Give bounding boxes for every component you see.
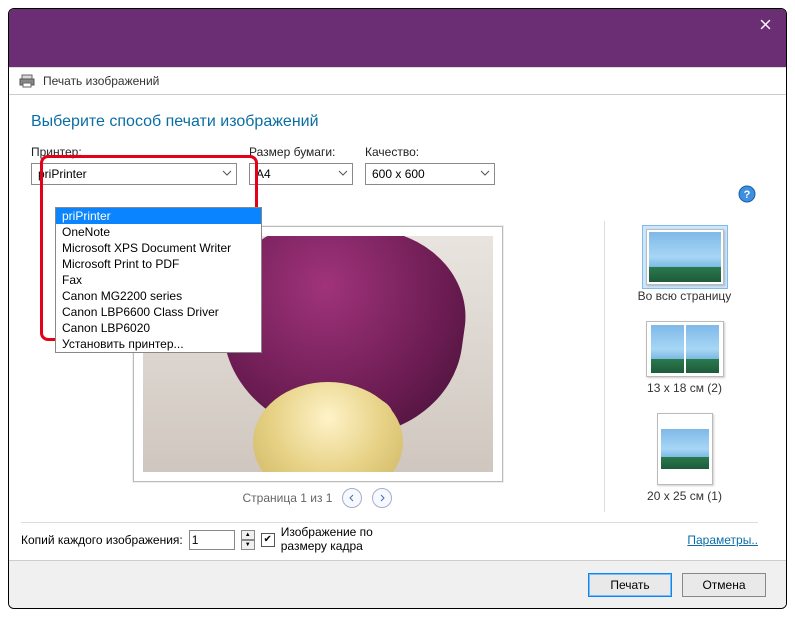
paper-label: Размер бумаги:: [249, 145, 353, 159]
printer-option[interactable]: Установить принтер...: [56, 336, 261, 352]
svg-text:?: ?: [744, 189, 751, 201]
cancel-button[interactable]: Отмена: [682, 573, 766, 597]
close-icon: [760, 19, 771, 30]
layout-label: Во всю страницу: [638, 289, 732, 303]
pager: Страница 1 из 1: [243, 488, 393, 508]
chevron-down-icon: [480, 168, 490, 178]
button-row: Печать Отмена: [9, 560, 786, 608]
layout-list[interactable]: Во всю страницу 13 x 18 см (2) 20 x 25 с…: [604, 221, 764, 512]
copies-label: Копий каждого изображения:: [21, 533, 183, 547]
layout-option-20x25[interactable]: 20 x 25 см (1): [605, 409, 764, 503]
quality-combobox[interactable]: 600 x 600: [365, 163, 495, 185]
instruction-area: Выберите способ печати изображений: [9, 95, 786, 145]
close-button[interactable]: [744, 9, 786, 39]
titlebar: [9, 9, 786, 67]
quality-selected: 600 x 600: [372, 167, 425, 181]
printer-selected: priPrinter: [38, 167, 87, 181]
header-title: Печать изображений: [43, 74, 159, 88]
printer-dropdown-list: priPrinterOneNoteMicrosoft XPS Document …: [55, 207, 262, 353]
printer-label: Принтер:: [31, 145, 237, 159]
layout-label: 13 x 18 см (2): [647, 381, 722, 395]
printer-combobox[interactable]: priPrinter: [31, 163, 237, 185]
copies-input[interactable]: [189, 530, 235, 550]
paper-selected: A4: [256, 167, 271, 181]
printer-option[interactable]: OneNote: [56, 224, 261, 240]
layout-option-full-page[interactable]: Во всю страницу: [605, 225, 764, 303]
layout-label: 20 x 25 см (1): [647, 489, 722, 503]
copies-spinner: ▲ ▼: [241, 530, 255, 550]
arrow-left-icon: [348, 494, 356, 502]
controls-row: Принтер: priPrinter Размер бумаги: A4 Ка…: [9, 145, 786, 185]
printer-option[interactable]: Microsoft XPS Document Writer: [56, 240, 261, 256]
printer-option[interactable]: Microsoft Print to PDF: [56, 256, 261, 272]
quality-control: Качество: 600 x 600: [365, 145, 495, 185]
printer-icon: [19, 73, 35, 89]
bottom-row: Копий каждого изображения: ▲ ▼ ✔ Изображ…: [21, 522, 758, 552]
instruction-text: Выберите способ печати изображений: [31, 113, 764, 131]
quality-label: Качество:: [365, 145, 495, 159]
fit-frame-checkbox[interactable]: ✔: [261, 533, 275, 547]
header-band: Печать изображений: [9, 67, 786, 95]
prev-page-button[interactable]: [342, 488, 362, 508]
chevron-down-icon: [338, 168, 348, 178]
pager-text: Страница 1 из 1: [243, 491, 333, 505]
copies-down-button[interactable]: ▼: [241, 540, 255, 550]
print-button[interactable]: Печать: [588, 573, 672, 597]
printer-control: Принтер: priPrinter: [31, 145, 237, 185]
printer-option[interactable]: Canon LBP6020: [56, 320, 261, 336]
fit-frame-label: Изображение по размеру кадра: [281, 526, 373, 552]
print-dialog: Печать изображений Выберите способ печат…: [8, 8, 787, 609]
printer-option[interactable]: priPrinter: [56, 208, 261, 224]
copies-up-button[interactable]: ▲: [241, 530, 255, 540]
printer-option[interactable]: Canon MG2200 series: [56, 288, 261, 304]
arrow-right-icon: [378, 494, 386, 502]
printer-option[interactable]: Fax: [56, 272, 261, 288]
help-icon[interactable]: ?: [738, 185, 756, 203]
printer-option[interactable]: Canon LBP6600 Class Driver: [56, 304, 261, 320]
parameters-link[interactable]: Параметры..: [687, 533, 758, 547]
chevron-down-icon: [222, 168, 232, 178]
next-page-button[interactable]: [372, 488, 392, 508]
layout-option-13x18[interactable]: 13 x 18 см (2): [605, 317, 764, 395]
paper-combobox[interactable]: A4: [249, 163, 353, 185]
paper-control: Размер бумаги: A4: [249, 145, 353, 185]
